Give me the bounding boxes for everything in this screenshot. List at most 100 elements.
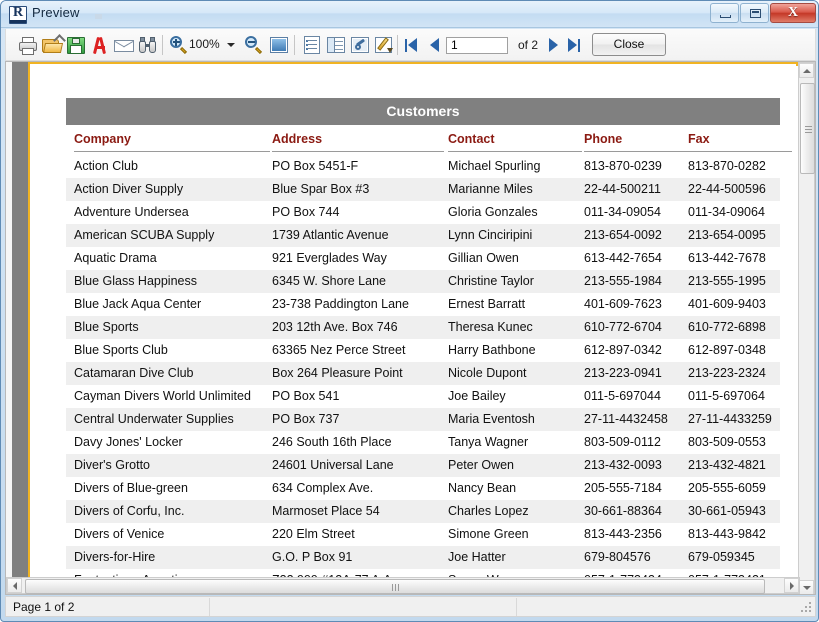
table-row: Central Underwater Supplies PO Box 737 Mar… (66, 408, 780, 431)
chevron-up-icon (803, 69, 811, 73)
toolbar-separator (294, 35, 295, 55)
cell-phone: 22-44-500211 (584, 182, 661, 196)
split-view-button[interactable] (324, 33, 348, 57)
scroll-up-button[interactable] (799, 63, 814, 78)
document-frame: Customers Company Address Contact Phone (12, 62, 806, 583)
cell-address: 23-738 Paddington Lane (272, 297, 409, 311)
report-title: Customers (386, 103, 460, 119)
cell-phone: 813-870-0239 (584, 159, 662, 173)
cell-phone: 213-555-1984 (584, 274, 662, 288)
chevron-down-icon (803, 586, 811, 590)
status-bar: Page 1 of 2 (5, 596, 816, 617)
page-fit-button[interactable] (267, 33, 291, 57)
cell-address: 921 Everglades Way (272, 251, 387, 265)
prev-page-icon (430, 38, 439, 52)
find-button[interactable] (136, 33, 160, 57)
app-report-icon: R (9, 6, 27, 24)
cell-contact: Theresa Kunec (448, 320, 533, 334)
cell-company: Blue Sports Club (74, 343, 168, 357)
cell-address: Blue Spar Box #3 (272, 182, 370, 196)
cell-company: Davy Jones' Locker (74, 435, 183, 449)
cell-contact: Charles Lopez (448, 504, 529, 518)
status-divider (516, 598, 517, 616)
horizontal-scroll-thumb[interactable] (25, 579, 765, 594)
title-bar[interactable]: R Preview X (1, 1, 818, 28)
cell-fax: 813-870-0282 (688, 159, 766, 173)
email-button[interactable] (112, 33, 136, 57)
cell-phone: 205-555-7184 (584, 481, 662, 495)
cell-fax: 213-432-4821 (688, 458, 766, 472)
cell-contact: Nancy Bean (448, 481, 517, 495)
cell-fax: 613-442-7678 (688, 251, 766, 265)
column-header-fax: Fax (688, 132, 710, 146)
cell-address: PO Box 541 (272, 389, 340, 403)
table-header-row: Company Address Contact Phone Fax (66, 130, 792, 155)
zoom-in-button[interactable] (167, 33, 191, 57)
horizontal-scrollbar[interactable] (6, 577, 800, 594)
next-page-icon (549, 38, 558, 52)
zoom-out-button[interactable] (242, 33, 266, 57)
resize-grip[interactable] (801, 602, 813, 614)
cell-address: Box 264 Pleasure Point (272, 366, 403, 380)
page-count-label: of 2 (518, 38, 539, 52)
cell-contact: Marianne Miles (448, 182, 533, 196)
vertical-scroll-thumb[interactable] (800, 83, 815, 174)
preview-area: Customers Company Address Contact Phone (5, 61, 816, 595)
last-page-button[interactable] (564, 33, 586, 57)
cell-phone: 30-661-88364 (584, 504, 662, 518)
prev-page-button[interactable] (424, 33, 446, 57)
cell-company: American SCUBA Supply (74, 228, 215, 242)
status-divider (209, 598, 210, 616)
cell-contact: Maria Eventosh (448, 412, 535, 426)
window-controls: X (709, 3, 816, 23)
maximize-button[interactable] (740, 3, 769, 23)
toolbar-separator (162, 35, 163, 55)
cell-contact: Michael Spurling (448, 159, 541, 173)
cell-contact: Joe Bailey (448, 389, 506, 403)
table-row: Blue Jack Aqua Center 23-738 Paddington L… (66, 293, 780, 316)
cell-address: PO Box 5451-F (272, 159, 359, 173)
settings-button[interactable] (348, 33, 372, 57)
table-row: Divers of Blue-green 634 Complex Ave. Nanc… (66, 477, 780, 500)
scroll-left-button[interactable] (7, 578, 22, 593)
first-page-button[interactable] (402, 33, 424, 57)
export-pdf-button[interactable] (88, 33, 112, 57)
close-icon: X (787, 5, 799, 20)
cell-contact: Ernest Barratt (448, 297, 526, 311)
cell-fax: 813-443-9842 (688, 527, 766, 541)
table-row: Cayman Divers World Unlimited PO Box 541 J… (66, 385, 780, 408)
cell-fax: 803-509-0553 (688, 435, 766, 449)
open-button[interactable] (40, 33, 66, 57)
annotate-button[interactable] (372, 33, 396, 57)
cell-fax: 27-11-4433259 (688, 412, 772, 426)
zoom-level-combobox[interactable]: 100% (189, 35, 239, 55)
window-title: Preview (32, 5, 80, 20)
column-header-company: Company (74, 132, 131, 146)
cell-phone: 011-5-697044 (584, 389, 661, 403)
close-button[interactable]: Close (592, 33, 666, 56)
table-row: Diver's Grotto 24601 Universal Lane Peter … (66, 454, 780, 477)
close-window-button[interactable]: X (770, 3, 816, 23)
save-button[interactable] (64, 33, 88, 57)
table-row: Action Club PO Box 5451-F Michael Spurling… (66, 155, 780, 178)
scroll-right-button[interactable] (784, 578, 799, 593)
column-header-address: Address (272, 132, 323, 146)
toolbar-separator (397, 35, 398, 55)
scroll-down-button[interactable] (799, 580, 814, 594)
minimize-button[interactable] (710, 3, 739, 23)
cell-fax: 213-654-0095 (688, 228, 766, 242)
page-number-input[interactable]: 1 (446, 37, 508, 54)
cell-company: Blue Sports (74, 320, 139, 334)
vertical-scrollbar[interactable] (798, 62, 815, 594)
cell-fax: 22-44-500596 (688, 182, 766, 196)
table-row: Blue Sports Club 63365 Nez Perce Street Ha… (66, 339, 780, 362)
cell-company: Divers of Corfu, Inc. (74, 504, 185, 518)
cell-company: Catamaran Dive Club (74, 366, 194, 380)
print-button[interactable] (16, 33, 40, 57)
next-page-button[interactable] (542, 33, 564, 57)
cell-fax: 011-34-09064 (688, 205, 765, 219)
outline-button[interactable] (300, 33, 324, 57)
cell-contact: Simone Green (448, 527, 529, 541)
cell-fax: 401-609-9403 (688, 297, 766, 311)
table-row: Divers of Corfu, Inc. Marmoset Place 54 Ch… (66, 500, 780, 523)
